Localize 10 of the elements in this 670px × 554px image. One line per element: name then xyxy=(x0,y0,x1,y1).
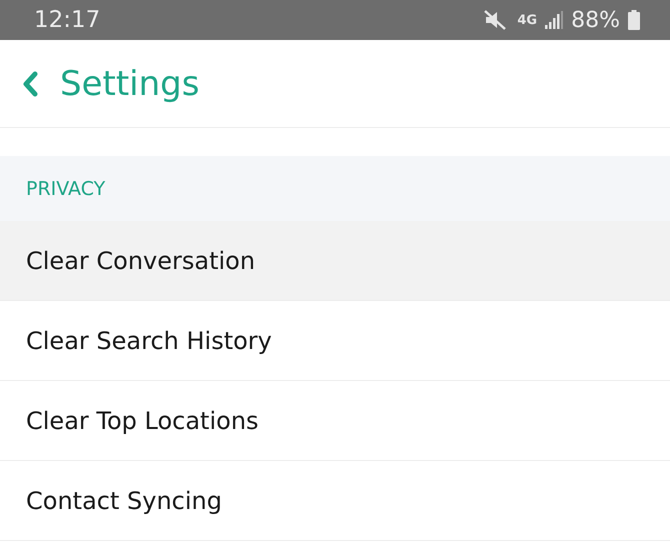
network-type: 4G xyxy=(517,12,538,28)
battery-icon xyxy=(628,10,640,30)
back-chevron-icon xyxy=(22,70,38,96)
settings-item[interactable]: Clear Conversation xyxy=(0,221,670,301)
clock-time: 12:17 xyxy=(34,7,100,33)
signal-icon xyxy=(545,11,564,29)
page-title: Settings xyxy=(60,64,200,104)
back-button[interactable] xyxy=(22,70,38,96)
section-title: PRIVACY xyxy=(26,178,106,200)
battery-percent: 88% xyxy=(571,8,620,32)
